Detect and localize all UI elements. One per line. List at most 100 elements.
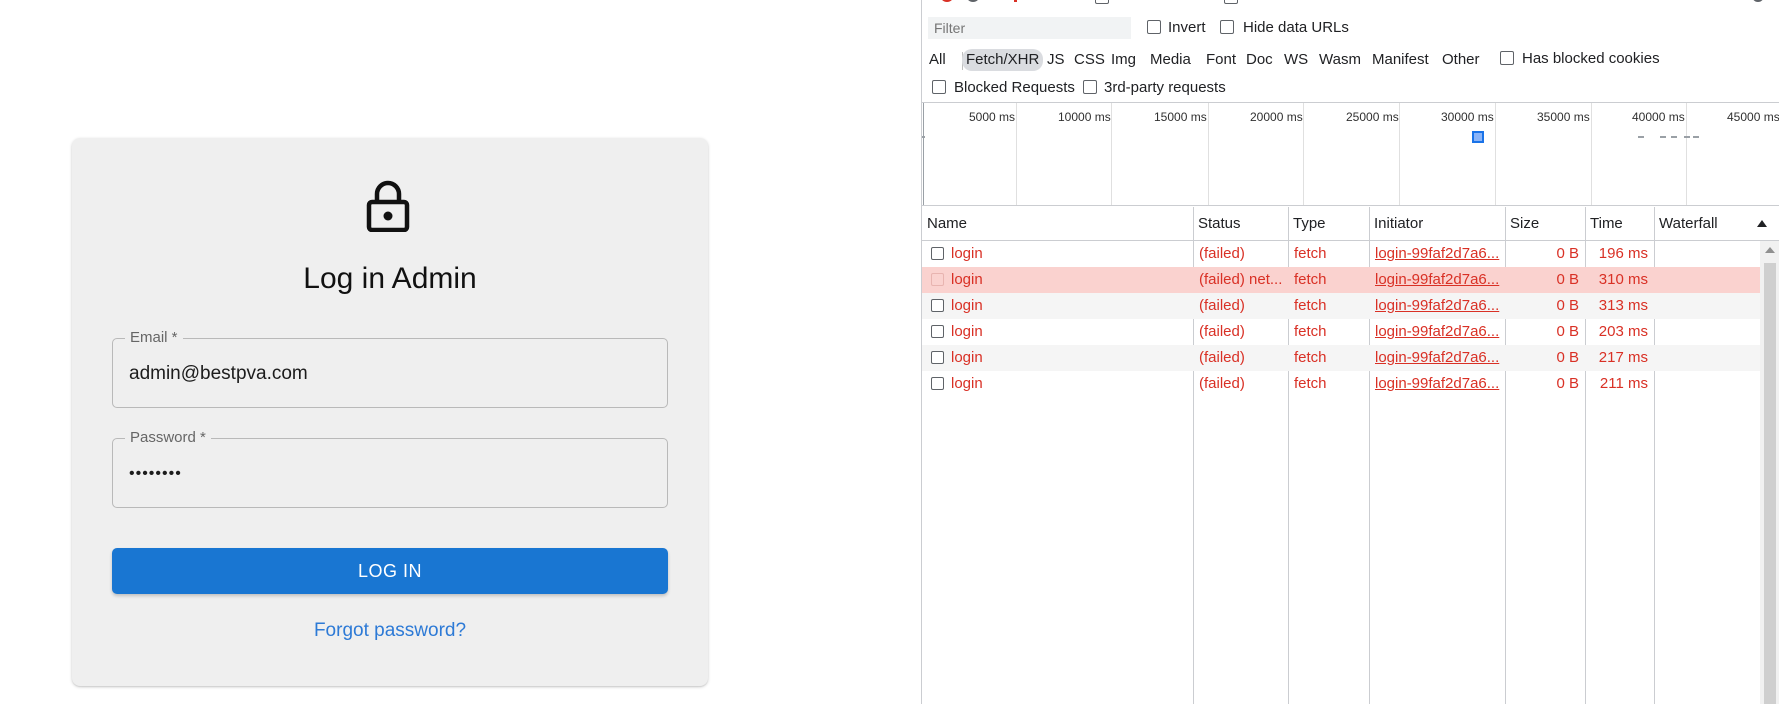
type-filter-manifest[interactable]: Manifest [1372,49,1429,71]
request-initiator[interactable]: login-99faf2d7a6... [1375,345,1501,371]
type-filter-other[interactable]: Other [1442,49,1480,71]
timeline-request-mark [1693,136,1699,138]
settings-icon[interactable] [1752,0,1764,2]
timeline-tick [1016,103,1017,205]
request-initiator[interactable]: login-99faf2d7a6... [1375,241,1501,267]
filter-input[interactable] [928,17,1131,39]
scroll-up-icon[interactable] [1765,247,1775,253]
has-blocked-cookies-checkbox[interactable] [1500,51,1514,65]
request-time: 211 ms [1599,375,1648,392]
login-button[interactable]: LOG IN [112,548,668,594]
request-table-header: Name Status Type Initiator Size Time Wat… [922,207,1779,241]
row-checkbox[interactable] [931,247,944,260]
timeline-tick [1208,103,1209,205]
type-filter-wasm[interactable]: Wasm [1319,49,1361,71]
column-header-type[interactable]: Type [1288,207,1326,241]
disable-cache-checkbox[interactable] [1224,0,1238,4]
row-checkbox[interactable] [931,299,944,312]
request-name[interactable]: login [951,241,1187,267]
request-time: 310 ms [1598,271,1648,288]
triangle-up-icon[interactable] [1757,220,1767,227]
row-checkbox[interactable] [931,273,944,286]
request-initiator[interactable]: login-99faf2d7a6... [1375,371,1501,397]
page-title: Log in Admin [303,262,477,295]
request-type: fetch [1294,271,1327,288]
request-initiator[interactable]: login-99faf2d7a6... [1375,267,1501,293]
type-filter-doc[interactable]: Doc [1246,49,1273,71]
devtools-network-panel: Invert Hide data URLs All Fetch/XHR JS C… [921,0,1779,704]
type-filter-media[interactable]: Media [1150,49,1191,71]
table-row[interactable]: login (failed) fetch login-99faf2d7a6...… [922,293,1760,319]
request-initiator[interactable]: login-99faf2d7a6... [1375,293,1501,319]
row-checkbox[interactable] [931,377,944,390]
request-time: 203 ms [1598,323,1648,340]
request-name[interactable]: login [951,345,1187,371]
lock-icon [366,180,410,232]
column-header-name[interactable]: Name [922,207,967,241]
record-icon[interactable] [940,0,954,2]
has-blocked-cookies-label: Has blocked cookies [1522,50,1660,67]
request-status: (failed) net... [1199,271,1283,288]
table-row[interactable]: login (failed) fetch login-99faf2d7a6...… [922,345,1760,371]
timeline-tick [1111,103,1112,205]
request-name[interactable]: login [951,267,1187,293]
request-name[interactable]: login [951,371,1187,397]
timeline-tick-label: 15000 ms [1154,110,1207,124]
type-filter-img[interactable]: Img [1111,49,1136,71]
type-filter-js[interactable]: JS [1047,49,1065,71]
table-row[interactable]: login (failed) fetch login-99faf2d7a6...… [922,371,1760,397]
request-size: 0 B [1556,297,1579,314]
timeline-tick [1495,103,1496,205]
request-filter-row: Blocked Requests 3rd-party requests [922,75,1779,99]
column-header-status[interactable]: Status [1193,207,1241,241]
filter-icon[interactable] [1014,0,1017,2]
third-party-checkbox[interactable] [1083,80,1097,94]
request-name[interactable]: login [951,293,1187,319]
column-header-initiator[interactable]: Initiator [1369,207,1423,241]
timeline-request-mark [1671,136,1677,138]
invert-checkbox[interactable] [1147,20,1161,34]
table-row[interactable]: login (failed) fetch login-99faf2d7a6...… [922,241,1760,267]
email-field[interactable]: Email * admin@bestpva.com [112,329,668,408]
table-row[interactable]: login (failed) net... fetch login-99faf2… [922,267,1760,293]
forgot-password-link[interactable]: Forgot password? [72,620,708,642]
row-checkbox[interactable] [931,351,944,364]
table-row[interactable]: login (failed) fetch login-99faf2d7a6...… [922,319,1760,345]
scroll-thumb[interactable] [1764,263,1776,704]
column-header-size[interactable]: Size [1505,207,1539,241]
third-party-label: 3rd-party requests [1104,79,1226,96]
timeline-tick-label: 10000 ms [1058,110,1111,124]
request-table-body: login (failed) fetch login-99faf2d7a6...… [922,241,1760,397]
request-time: 196 ms [1598,245,1648,262]
timeline-tick-label: 40000 ms [1632,110,1685,124]
type-filter-all[interactable]: All [929,49,946,71]
timeline-tick-label: 25000 ms [1346,110,1399,124]
preserve-log-checkbox[interactable] [1095,0,1109,4]
timeline-tick-label: 20000 ms [1250,110,1303,124]
timeline-tick [1303,103,1304,205]
type-filter-css[interactable]: CSS [1074,49,1105,71]
type-filter-fetch-xhr[interactable]: Fetch/XHR [962,49,1044,71]
login-card: Log in Admin Email * admin@bestpva.com P… [72,138,708,686]
column-header-waterfall[interactable]: Waterfall [1654,207,1718,241]
timeline-tick-label: 35000 ms [1537,110,1590,124]
timeline-request-mark [1638,136,1644,138]
blocked-requests-checkbox[interactable] [932,80,946,94]
timeline-request-mark [1684,136,1690,138]
type-filter-font[interactable]: Font [1206,49,1236,71]
vertical-scrollbar[interactable] [1760,241,1779,704]
hide-data-urls-checkbox[interactable] [1220,20,1234,34]
invert-label: Invert [1168,19,1206,36]
request-type: fetch [1294,297,1327,314]
column-header-time[interactable]: Time [1585,207,1623,241]
request-name[interactable]: login [951,319,1187,345]
password-field[interactable]: Password * •••••••• [112,429,668,508]
email-value[interactable]: admin@bestpva.com [129,363,308,385]
password-value[interactable]: •••••••• [129,465,182,483]
clear-icon[interactable] [966,0,980,2]
row-checkbox[interactable] [931,325,944,338]
timeline-overview[interactable]: 5000 ms 10000 ms 15000 ms 20000 ms 25000… [922,102,1779,206]
request-initiator[interactable]: login-99faf2d7a6... [1375,319,1501,345]
request-size: 0 B [1556,245,1579,262]
type-filter-ws[interactable]: WS [1284,49,1308,71]
